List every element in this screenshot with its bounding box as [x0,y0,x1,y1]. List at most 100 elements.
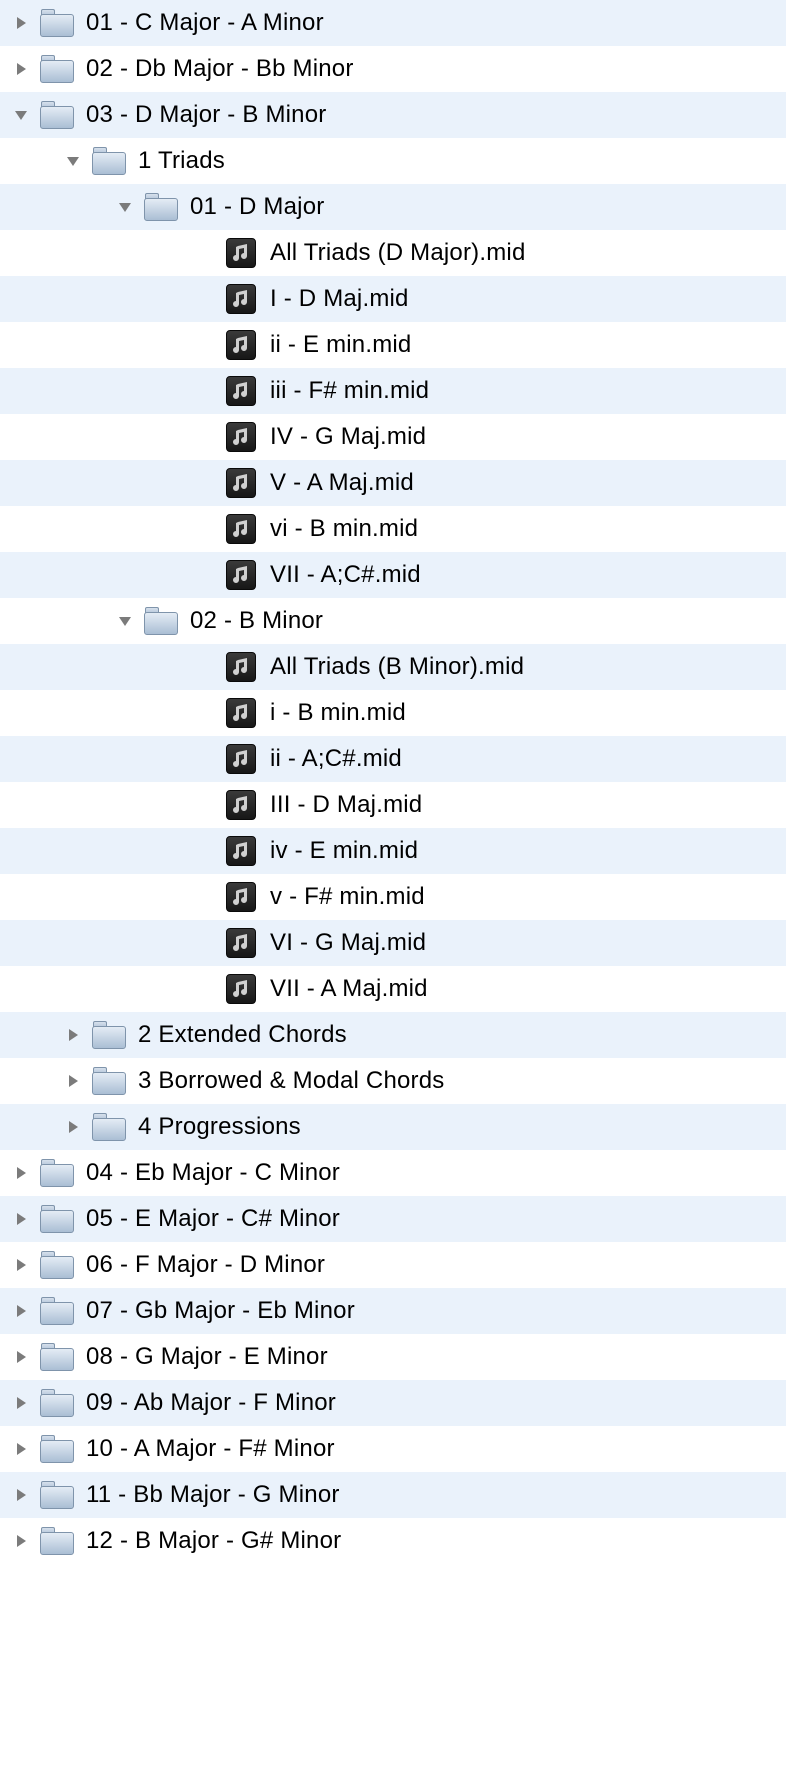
music-file-icon [226,836,256,866]
music-file-icon [226,744,256,774]
disclosure-triangle-icon[interactable] [12,1394,30,1412]
tree-folder-row[interactable]: 08 - G Major - E Minor [0,1334,786,1380]
tree-file-row[interactable]: v - F# min.mid [0,874,786,920]
tree-folder-row[interactable]: 03 - D Major - B Minor [0,92,786,138]
tree-file-row[interactable]: iv - E min.mid [0,828,786,874]
tree-file-row[interactable]: I - D Maj.mid [0,276,786,322]
disclosure-triangle-icon[interactable] [12,106,30,124]
tree-file-row[interactable]: iii - F# min.mid [0,368,786,414]
folder-icon [40,1435,74,1463]
disclosure-triangle-icon[interactable] [12,1302,30,1320]
folder-icon [40,1481,74,1509]
indent-spacer [12,805,226,806]
indent-spacer [12,989,226,990]
folder-icon [144,193,178,221]
indent-spacer [12,575,226,576]
disclosure-triangle-icon[interactable] [12,1486,30,1504]
folder-icon [92,1067,126,1095]
tree-folder-row[interactable]: 02 - B Minor [0,598,786,644]
indent-spacer [12,1035,64,1036]
tree-folder-row[interactable]: 04 - Eb Major - C Minor [0,1150,786,1196]
tree-file-row[interactable]: All Triads (B Minor).mid [0,644,786,690]
indent-spacer [12,529,226,530]
disclosure-triangle-icon[interactable] [12,1256,30,1274]
tree-file-row[interactable]: All Triads (D Major).mid [0,230,786,276]
tree-file-row[interactable]: ii - A;C#.mid [0,736,786,782]
disclosure-triangle-icon[interactable] [116,612,134,630]
folder-icon [40,101,74,129]
disclosure-triangle-icon[interactable] [12,14,30,32]
folder-label: 4 Progressions [138,1113,301,1141]
folder-icon [40,1297,74,1325]
folder-icon [40,1205,74,1233]
folder-label: 02 - Db Major - Bb Minor [86,55,354,83]
disclosure-triangle-icon[interactable] [64,1118,82,1136]
tree-file-row[interactable]: VII - A;C#.mid [0,552,786,598]
disclosure-triangle-icon[interactable] [64,1072,82,1090]
tree-folder-row[interactable]: 01 - D Major [0,184,786,230]
disclosure-triangle-icon[interactable] [12,1532,30,1550]
file-label: ii - E min.mid [270,331,411,359]
tree-file-row[interactable]: VII - A Maj.mid [0,966,786,1012]
tree-folder-row[interactable]: 3 Borrowed & Modal Chords [0,1058,786,1104]
indent-spacer [12,897,226,898]
file-label: All Triads (B Minor).mid [270,653,524,681]
disclosure-triangle-icon[interactable] [12,1348,30,1366]
folder-icon [92,147,126,175]
indent-spacer [12,391,226,392]
file-label: vi - B min.mid [270,515,418,543]
tree-folder-row[interactable]: 4 Progressions [0,1104,786,1150]
music-file-icon [226,422,256,452]
tree-folder-row[interactable]: 09 - Ab Major - F Minor [0,1380,786,1426]
folder-label: 3 Borrowed & Modal Chords [138,1067,444,1095]
disclosure-triangle-icon[interactable] [64,1026,82,1044]
folder-label: 06 - F Major - D Minor [86,1251,325,1279]
disclosure-triangle-icon[interactable] [12,60,30,78]
disclosure-triangle-icon[interactable] [12,1164,30,1182]
folder-label: 01 - D Major [190,193,324,221]
indent-spacer [12,1081,64,1082]
file-label: VII - A Maj.mid [270,975,428,1003]
tree-folder-row[interactable]: 01 - C Major - A Minor [0,0,786,46]
file-label: VI - G Maj.mid [270,929,426,957]
indent-spacer [12,851,226,852]
disclosure-triangle-icon[interactable] [64,152,82,170]
tree-file-row[interactable]: ii - E min.mid [0,322,786,368]
folder-icon [40,1389,74,1417]
tree-file-row[interactable]: IV - G Maj.mid [0,414,786,460]
folder-label: 11 - Bb Major - G Minor [86,1481,340,1509]
tree-folder-row[interactable]: 1 Triads [0,138,786,184]
indent-spacer [12,759,226,760]
disclosure-triangle-icon[interactable] [12,1440,30,1458]
tree-file-row[interactable]: i - B min.mid [0,690,786,736]
indent-spacer [12,345,226,346]
tree-folder-row[interactable]: 07 - Gb Major - Eb Minor [0,1288,786,1334]
tree-file-row[interactable]: III - D Maj.mid [0,782,786,828]
tree-folder-row[interactable]: 10 - A Major - F# Minor [0,1426,786,1472]
tree-folder-row[interactable]: 12 - B Major - G# Minor [0,1518,786,1564]
folder-icon [40,9,74,37]
tree-file-row[interactable]: vi - B min.mid [0,506,786,552]
indent-spacer [12,667,226,668]
folder-label: 09 - Ab Major - F Minor [86,1389,336,1417]
tree-folder-row[interactable]: 06 - F Major - D Minor [0,1242,786,1288]
tree-folder-row[interactable]: 02 - Db Major - Bb Minor [0,46,786,92]
file-label: III - D Maj.mid [270,791,422,819]
tree-file-row[interactable]: V - A Maj.mid [0,460,786,506]
disclosure-triangle-icon[interactable] [116,198,134,216]
file-label: VII - A;C#.mid [270,561,421,589]
music-file-icon [226,652,256,682]
music-file-icon [226,238,256,268]
folder-icon [40,1159,74,1187]
tree-folder-row[interactable]: 2 Extended Chords [0,1012,786,1058]
tree-file-row[interactable]: VI - G Maj.mid [0,920,786,966]
indent-spacer [12,299,226,300]
folder-label: 1 Triads [138,147,225,175]
music-file-icon [226,790,256,820]
disclosure-triangle-icon[interactable] [12,1210,30,1228]
tree-folder-row[interactable]: 11 - Bb Major - G Minor [0,1472,786,1518]
indent-spacer [12,207,116,208]
folder-label: 02 - B Minor [190,607,323,635]
tree-folder-row[interactable]: 05 - E Major - C# Minor [0,1196,786,1242]
folder-label: 03 - D Major - B Minor [86,101,326,129]
